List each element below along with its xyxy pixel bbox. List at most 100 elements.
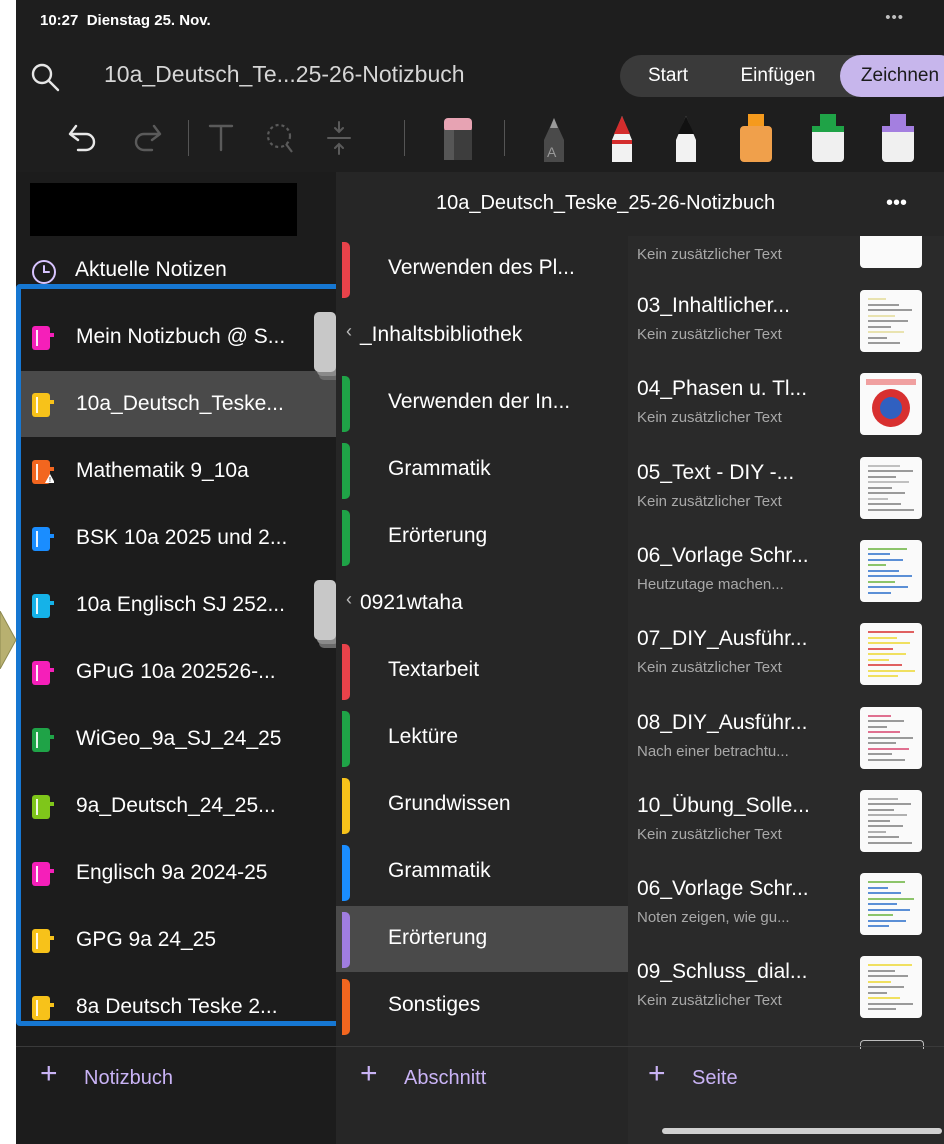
section-item-grammatik[interactable]: Grammatik bbox=[336, 437, 628, 503]
page-thumbnail bbox=[860, 539, 922, 602]
text-tool-icon[interactable] bbox=[204, 112, 238, 162]
page-item[interactable]: 10_Übung_Solle... Kein zusätzlicher Text bbox=[628, 786, 944, 869]
page-title: 06_Vorlage Schr... bbox=[637, 877, 809, 901]
section-group-inhaltsbibliothek[interactable]: ‹ _Inhaltsbibliothek bbox=[336, 303, 628, 369]
page-item[interactable]: 06_Vorlage Schr... Noten zeigen, wie gu..… bbox=[628, 869, 944, 952]
page-thumbnail bbox=[860, 706, 922, 769]
svg-text:A: A bbox=[547, 144, 557, 160]
black-pen-icon[interactable] bbox=[668, 112, 704, 162]
space-tool-icon[interactable] bbox=[322, 112, 356, 162]
pencil-tool-icon[interactable]: A bbox=[536, 112, 572, 162]
eraser-icon[interactable] bbox=[438, 112, 478, 162]
undo-icon[interactable] bbox=[66, 112, 100, 162]
page-thumbnail bbox=[860, 236, 922, 268]
section-label: Sonstiges bbox=[388, 993, 481, 1016]
section-item-grundwissen[interactable]: Grundwissen bbox=[336, 772, 628, 838]
page-thumbnail bbox=[860, 290, 922, 352]
section-color-tab bbox=[342, 711, 350, 767]
tab-zeichnen[interactable]: Zeichnen bbox=[840, 55, 944, 97]
page-preview-text: Kein zusätzlicher Text bbox=[637, 492, 782, 510]
section-color-tab bbox=[342, 376, 350, 432]
section-item-verwenden-der-in[interactable]: Verwenden der In... bbox=[336, 370, 628, 436]
page-thumbnail bbox=[860, 623, 922, 686]
notebook-header-title: 10a_Deutsch_Teske_25-26-Notizbuch bbox=[436, 192, 776, 214]
divider bbox=[16, 1046, 944, 1047]
page-item[interactable]: 05_Text - DIY -... Kein zusätzlicher Text bbox=[628, 453, 944, 536]
page-title: 06_Vorlage Schr... bbox=[637, 543, 809, 567]
section-label: Verwenden des Pl... bbox=[388, 256, 575, 279]
arrow-pointer-icon bbox=[0, 611, 17, 669]
page-item[interactable]: 04_Phasen u. Tl... Kein zusätzlicher Text bbox=[628, 369, 944, 452]
page-thumbnail bbox=[860, 373, 922, 436]
orange-highlighter-icon[interactable] bbox=[734, 112, 776, 162]
section-group-0921wtaha[interactable]: ‹ 0921wtaha bbox=[336, 571, 628, 637]
lasso-tool-icon[interactable] bbox=[262, 112, 296, 162]
page-item[interactable]: 06_Vorlage Schr... Heutzutage machen... bbox=[628, 536, 944, 619]
recent-notes-label: Aktuelle Notizen bbox=[75, 258, 227, 281]
notebook-title[interactable]: 10a_Deutsch_Te...25-26-Notizbuch bbox=[104, 61, 465, 88]
add-page-button[interactable]: + Seite bbox=[628, 1047, 944, 1107]
page-item[interactable]: 03_Inhaltlicher... Kein zusätzlicher Text bbox=[628, 286, 944, 369]
section-label: Grammatik bbox=[388, 457, 491, 480]
page-thumbnail bbox=[860, 456, 922, 519]
more-icon[interactable]: ••• bbox=[886, 192, 907, 215]
section-color-tab bbox=[342, 912, 350, 968]
onenote-app: 10:27 Dienstag 25. Nov. ••• 10a_Deutsch_… bbox=[16, 0, 944, 1144]
section-item-verwenden-des-pl[interactable]: Verwenden des Pl... bbox=[336, 236, 628, 302]
section-item-er-rterung[interactable]: Erörterung bbox=[336, 504, 628, 570]
section-color-tab bbox=[342, 443, 350, 499]
tab-start[interactable]: Start bbox=[620, 55, 716, 97]
page-preview-text: Kein zusätzlicher Text bbox=[637, 409, 782, 427]
section-label: Lektüre bbox=[388, 725, 459, 748]
search-icon[interactable] bbox=[30, 62, 60, 92]
plus-icon: + bbox=[648, 1057, 666, 1090]
page-item[interactable]: 09_Schluss_dial... Kein zusätzlicher Text bbox=[628, 952, 944, 1035]
purple-highlighter-icon[interactable] bbox=[876, 112, 918, 162]
page-title: 09_Schluss_dial... bbox=[637, 960, 808, 984]
page-title: 08_DIY_Ausführ... bbox=[637, 710, 808, 734]
section-item-textarbeit[interactable]: Textarbeit bbox=[336, 638, 628, 704]
page-title: 03_Inhaltlicher... bbox=[637, 294, 790, 317]
section-label: Grundwissen bbox=[388, 792, 511, 815]
page-thumbnail bbox=[860, 789, 922, 852]
page-preview-text: Heutzutage machen... bbox=[637, 575, 784, 593]
add-section-button[interactable]: + Abschnitt bbox=[336, 1047, 628, 1107]
tab-einfuegen[interactable]: Einfügen bbox=[716, 55, 840, 97]
section-item-grammatik[interactable]: Grammatik bbox=[336, 839, 628, 905]
section-item-lekt-re[interactable]: Lektüre bbox=[336, 705, 628, 771]
page-preview-text: Kein zusätzlicher Text bbox=[637, 326, 782, 343]
page-preview-text: Kein zusätzlicher Text bbox=[637, 659, 782, 677]
section-label: Verwenden der In... bbox=[388, 390, 571, 413]
page-item[interactable]: 08_DIY_Ausführ... Nach einer betrachtu... bbox=[628, 703, 944, 786]
ribbon-tabs: Start Einfügen Zeichnen bbox=[620, 55, 944, 97]
page-title: 10_Übung_Solle... bbox=[637, 793, 810, 817]
account-redacted bbox=[30, 183, 297, 236]
page-title: 04_Phasen u. Tl... bbox=[637, 377, 808, 401]
page-thumbnail bbox=[860, 956, 922, 1019]
toolbar-divider bbox=[504, 120, 505, 156]
clock-icon bbox=[32, 260, 56, 284]
section-label: Erörterung bbox=[388, 926, 488, 949]
page-preview-text: Kein zusätzlicher Text bbox=[637, 825, 782, 843]
add-notebook-label: Notizbuch bbox=[84, 1067, 173, 1089]
section-group-label: _Inhaltsbibliothek bbox=[360, 323, 523, 346]
section-color-tab bbox=[342, 845, 350, 901]
green-highlighter-icon[interactable] bbox=[806, 112, 848, 162]
plus-icon: + bbox=[360, 1057, 378, 1090]
section-item-sonstiges[interactable]: Sonstiges bbox=[336, 973, 628, 1039]
section-color-tab bbox=[342, 242, 350, 298]
section-label: Erörterung bbox=[388, 524, 488, 547]
add-notebook-button[interactable]: + Notizbuch bbox=[16, 1047, 336, 1107]
chevron-icon: ‹ bbox=[346, 321, 352, 341]
page-preview-text: Nach einer betrachtu... bbox=[637, 742, 789, 760]
section-item-er-rterung[interactable]: Erörterung bbox=[336, 906, 628, 972]
add-section-label: Abschnitt bbox=[404, 1067, 487, 1089]
multitasking-dots[interactable]: ••• bbox=[885, 9, 904, 26]
page-item[interactable]: 07_DIY_Ausführ... Kein zusätzlicher Text bbox=[628, 619, 944, 702]
redo-icon[interactable] bbox=[130, 112, 164, 162]
scrollbar[interactable] bbox=[662, 1128, 942, 1134]
add-page-label: Seite bbox=[692, 1067, 738, 1089]
page-title: 05_Text - DIY -... bbox=[637, 460, 795, 484]
red-pen-icon[interactable] bbox=[604, 112, 640, 162]
status-time: 10:27 Dienstag 25. Nov. bbox=[40, 12, 211, 29]
